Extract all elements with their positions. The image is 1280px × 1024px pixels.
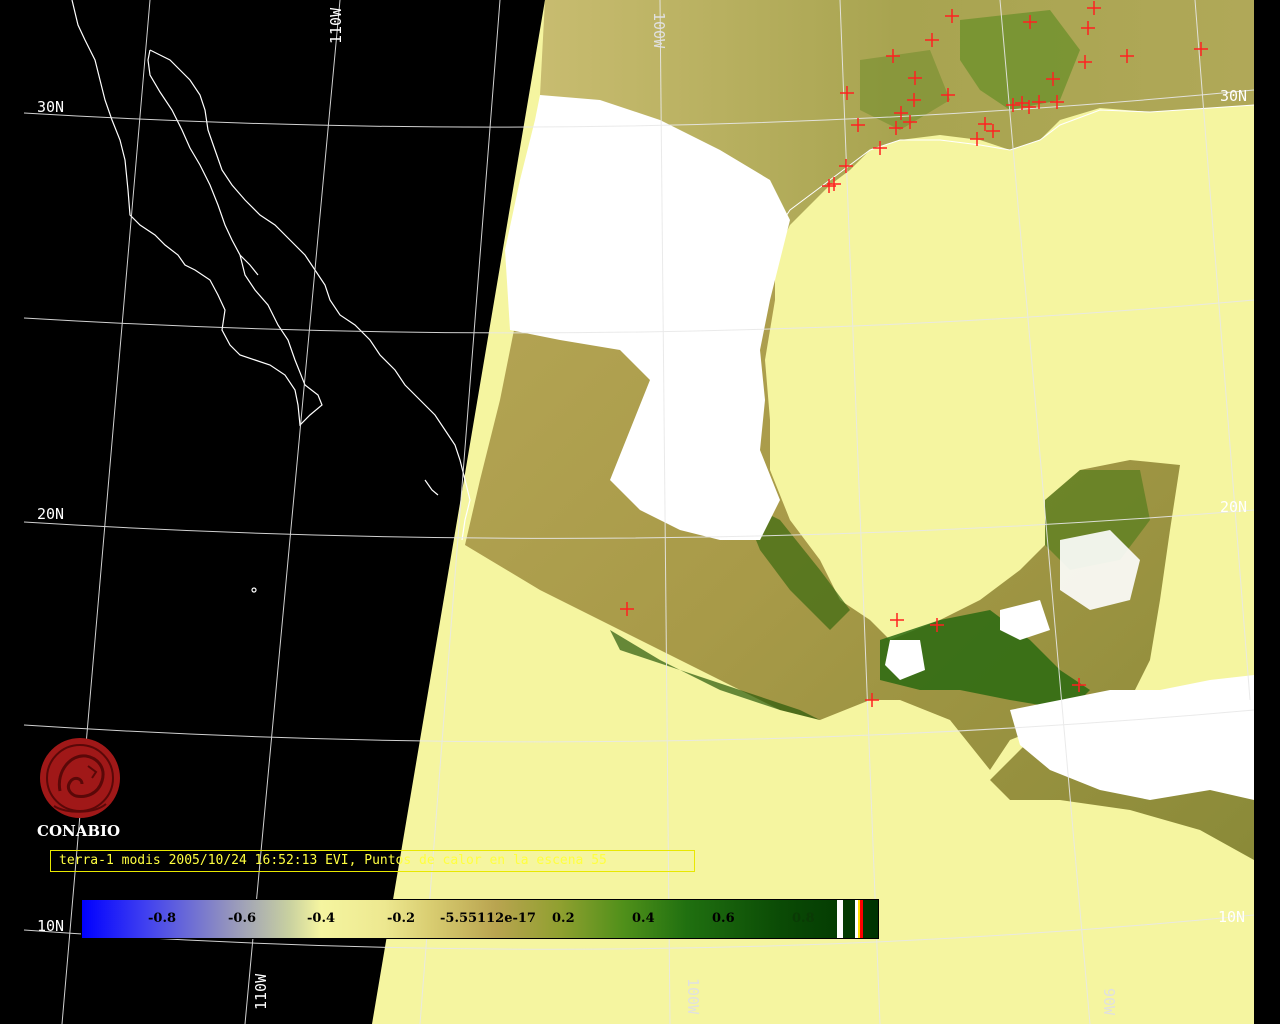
grid-label-30n-right: 30N	[1220, 87, 1247, 105]
grid-label-20n-left: 20N	[37, 505, 64, 523]
scene-caption: terra-1 modis 2005/10/24 16:52:13 EVI, P…	[50, 850, 695, 872]
grid-label-30n-left: 30N	[37, 98, 64, 116]
colorbar-tick-label: 0.4	[632, 911, 655, 926]
grid-label-110w-bottom: 110W	[252, 973, 270, 1010]
grid-label-10n-left: 10N	[37, 917, 64, 935]
colorbar-tick-label: -0.8	[148, 911, 177, 926]
evi-colorbar: -0.8 -0.6 -0.4 -0.2 -5.55112e-17 0.2 0.4 0.6 0.8	[81, 899, 879, 939]
colorbar-tick-label: -0.4	[307, 911, 336, 926]
grid-label-110w-top: 110W	[327, 7, 345, 44]
colorbar-tick-label: -0.2	[387, 911, 416, 926]
colorbar-red-stripe	[860, 900, 863, 938]
colorbar-tick-label: 0.6	[712, 911, 735, 926]
colorbar-tick-label: 0.8	[792, 911, 815, 926]
colorbar-white-stripe	[837, 900, 843, 938]
grid-label-90w-bottom: 90W	[1100, 988, 1118, 1016]
colorbar-tick-label: -0.6	[228, 911, 257, 926]
grid-label-100w-top: 100W	[650, 12, 668, 49]
grid-label-10n-right: 10N	[1218, 908, 1245, 926]
grid-label-100w-bottom: 100W	[684, 978, 702, 1015]
conabio-label: CONABIO	[37, 822, 121, 840]
colorbar-tick-label: -5.55112e-17	[440, 911, 536, 926]
colorbar-tick-label: 0.2	[552, 911, 575, 926]
grid-label-20n-right: 20N	[1220, 498, 1247, 516]
